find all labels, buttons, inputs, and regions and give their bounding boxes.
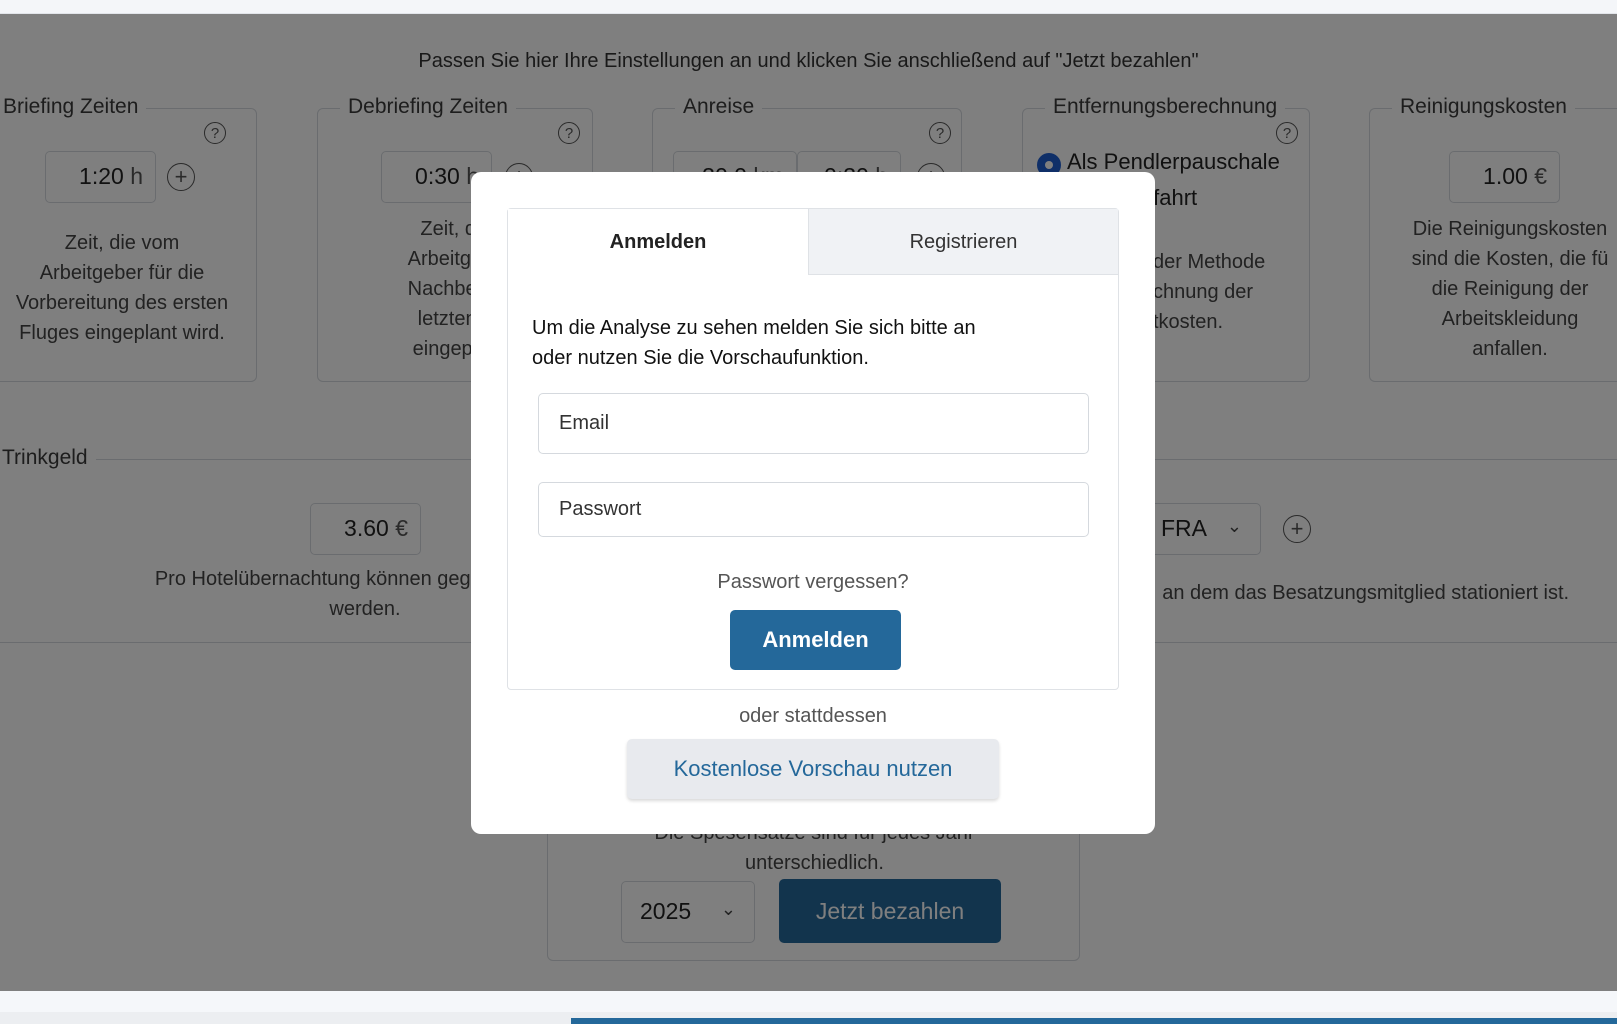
top-strip <box>0 0 1617 14</box>
free-preview-button[interactable]: Kostenlose Vorschau nutzen <box>627 739 999 799</box>
auth-tabs: Anmelden Registrieren <box>508 209 1118 275</box>
login-modal: Anmelden Registrieren Um die Analyse zu … <box>471 172 1155 834</box>
forgot-password-link[interactable]: Passwort vergessen? <box>508 571 1118 594</box>
email-field[interactable]: Email <box>538 393 1089 454</box>
password-field[interactable]: Passwort <box>538 482 1089 537</box>
tab-register[interactable]: Registrieren <box>808 209 1118 275</box>
login-prompt: Um die Analyse zu sehen melden Sie sich … <box>532 317 976 369</box>
footer-progress <box>571 1018 1617 1024</box>
login-button[interactable]: Anmelden <box>730 610 901 670</box>
tab-login[interactable]: Anmelden <box>508 209 808 275</box>
or-text: oder stattdessen <box>739 705 887 727</box>
login-panel: Anmelden Registrieren Um die Analyse zu … <box>507 208 1119 690</box>
